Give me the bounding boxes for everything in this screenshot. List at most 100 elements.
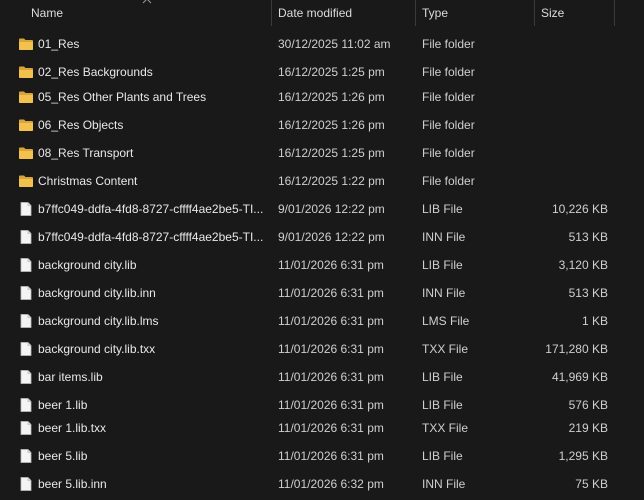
file-size: 3,120 KB xyxy=(558,258,608,272)
file-type: INN File xyxy=(422,477,466,491)
file-name: 01_Res xyxy=(38,37,80,51)
folder-icon xyxy=(18,64,34,80)
file-date-modified: 16/12/2025 1:22 pm xyxy=(278,174,385,188)
file-type: INN File xyxy=(422,230,466,244)
sort-ascending-icon xyxy=(142,0,152,4)
file-row[interactable]: background city.lib.txx 11/01/2026 6:31 p… xyxy=(0,338,644,360)
folder-row[interactable]: 06_Res Objects 16/12/2025 1:26 pm File fol… xyxy=(0,114,644,136)
file-date-modified: 16/12/2025 1:25 pm xyxy=(278,65,385,79)
file-row[interactable]: beer 5.lib.inn 11/01/2026 6:32 pm INN File… xyxy=(0,473,644,495)
file-date-modified: 16/12/2025 1:26 pm xyxy=(278,90,385,104)
file-size xyxy=(540,61,608,83)
file-date-modified: 11/01/2026 6:31 pm xyxy=(278,421,384,435)
file-name: 02_Res Backgrounds xyxy=(38,65,153,79)
file-date-modified: 16/12/2025 1:26 pm xyxy=(278,118,385,132)
file-date-modified: 11/01/2026 6:31 pm xyxy=(278,286,384,300)
file-size: 576 KB xyxy=(568,398,608,412)
file-icon xyxy=(18,476,34,492)
file-icon xyxy=(18,369,34,385)
file-icon xyxy=(18,285,34,301)
file-icon xyxy=(18,229,34,245)
column-header-type[interactable]: Type xyxy=(422,0,448,26)
file-date-modified: 11/01/2026 6:31 pm xyxy=(278,258,384,272)
file-size: 1 KB xyxy=(581,314,608,328)
folder-icon xyxy=(18,89,34,105)
file-name: beer 1.lib.txx xyxy=(38,421,107,435)
file-size xyxy=(540,142,608,164)
file-size: 1,295 KB xyxy=(558,449,608,463)
file-name: background city.lib xyxy=(38,258,137,272)
file-name: background city.lib.lms xyxy=(38,314,159,328)
file-size xyxy=(540,33,608,55)
file-row[interactable]: b7ffc049-ddfa-4fd8-8727-cffff4ae2be5-TI.… xyxy=(0,198,644,220)
file-size xyxy=(540,170,608,192)
file-row[interactable]: background city.lib.inn 11/01/2026 6:31 p… xyxy=(0,282,644,304)
file-type: LIB File xyxy=(422,258,463,272)
file-type: INN File xyxy=(422,286,466,300)
file-size: 75 KB xyxy=(575,477,608,491)
file-name: bar items.lib xyxy=(38,370,103,384)
column-divider[interactable] xyxy=(415,0,416,26)
file-icon xyxy=(18,448,34,464)
file-type: File folder xyxy=(422,146,475,160)
folder-row[interactable]: 05_Res Other Plants and Trees 16/12/2025 … xyxy=(0,86,644,108)
file-date-modified: 11/01/2026 6:31 pm xyxy=(278,314,384,328)
file-name: b7ffc049-ddfa-4fd8-8727-cffff4ae2be5-TI.… xyxy=(38,230,264,244)
folder-row[interactable]: 08_Res Transport 16/12/2025 1:25 pm File f… xyxy=(0,142,644,164)
column-header-bar: Name Date modified Type Size xyxy=(0,0,644,26)
column-header-date-modified[interactable]: Date modified xyxy=(278,0,352,26)
folder-row[interactable]: 01_Res 30/12/2025 11:02 am File folder xyxy=(0,33,644,55)
file-row[interactable]: background city.lib.lms 11/01/2026 6:31 p… xyxy=(0,310,644,332)
column-header-name[interactable]: Name xyxy=(31,0,63,26)
file-row[interactable]: beer 1.lib.txx 11/01/2026 6:31 pm TXX File… xyxy=(0,417,644,439)
file-date-modified: 9/01/2026 12:22 pm xyxy=(278,230,385,244)
folder-icon xyxy=(18,145,34,161)
file-date-modified: 11/01/2026 6:31 pm xyxy=(278,370,384,384)
column-header-size[interactable]: Size xyxy=(541,0,564,26)
file-size: 41,969 KB xyxy=(551,370,608,384)
file-name: 05_Res Other Plants and Trees xyxy=(38,90,207,104)
file-name: beer 1.lib xyxy=(38,398,88,412)
file-row[interactable]: beer 5.lib 11/01/2026 6:31 pm LIB File 1,29… xyxy=(0,445,644,467)
column-divider[interactable] xyxy=(271,0,272,26)
file-row[interactable]: bar items.lib 11/01/2026 6:31 pm LIB File 4… xyxy=(0,366,644,388)
file-type: TXX File xyxy=(422,421,469,435)
file-type: File folder xyxy=(422,65,475,79)
file-icon xyxy=(18,313,34,329)
folder-icon xyxy=(18,173,34,189)
file-icon xyxy=(18,341,34,357)
file-size xyxy=(540,114,608,136)
file-type: TXX File xyxy=(422,342,469,356)
folder-row[interactable]: Christmas Content 16/12/2025 1:22 pm File … xyxy=(0,170,644,192)
file-icon xyxy=(18,397,34,413)
column-divider[interactable] xyxy=(614,0,615,26)
file-size: 219 KB xyxy=(568,421,608,435)
folder-icon xyxy=(18,36,34,52)
folder-icon xyxy=(18,117,34,133)
file-date-modified: 11/01/2026 6:31 pm xyxy=(278,342,384,356)
file-date-modified: 11/01/2026 6:32 pm xyxy=(278,477,384,491)
file-type: File folder xyxy=(422,174,475,188)
file-type: LIB File xyxy=(422,370,463,384)
file-size: 513 KB xyxy=(568,286,608,300)
file-date-modified: 9/01/2026 12:22 pm xyxy=(278,202,385,216)
column-divider[interactable] xyxy=(534,0,535,26)
folder-row[interactable]: 02_Res Backgrounds 16/12/2025 1:25 pm File… xyxy=(0,61,644,83)
file-name: 06_Res Objects xyxy=(38,118,124,132)
file-name: 08_Res Transport xyxy=(38,146,134,160)
file-date-modified: 16/12/2025 1:25 pm xyxy=(278,146,385,160)
file-row[interactable]: b7ffc049-ddfa-4fd8-8727-cffff4ae2be5-TI.… xyxy=(0,226,644,248)
file-row[interactable]: background city.lib 11/01/2026 6:31 pm LIB… xyxy=(0,254,644,276)
file-name: beer 5.lib.inn xyxy=(38,477,107,491)
file-size xyxy=(540,86,608,108)
file-icon xyxy=(18,420,34,436)
file-size: 513 KB xyxy=(568,230,608,244)
file-name: background city.lib.inn xyxy=(38,286,156,300)
file-type: LIB File xyxy=(422,202,463,216)
file-size: 171,280 KB xyxy=(545,342,608,356)
file-row[interactable]: beer 1.lib 11/01/2026 6:31 pm LIB File 576 … xyxy=(0,394,644,416)
file-date-modified: 30/12/2025 11:02 am xyxy=(278,37,391,51)
file-icon xyxy=(18,201,34,217)
file-name: beer 5.lib xyxy=(38,449,88,463)
file-type: LIB File xyxy=(422,449,463,463)
